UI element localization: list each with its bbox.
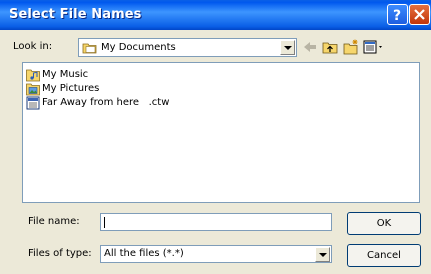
file-list[interactable]: My Music My Pictures Far Away from here …	[22, 62, 420, 203]
folder-music-icon	[26, 69, 40, 82]
file-type-label: Files of type:	[28, 248, 92, 259]
look-in-value: My Documents	[101, 42, 176, 53]
file-type-value: All the files (*.*)	[104, 248, 184, 259]
svg-text:?: ?	[393, 8, 401, 24]
file-type-dropdown[interactable]: All the files (*.*)	[100, 245, 332, 263]
text-caret	[104, 217, 105, 228]
title-bar[interactable]: Select File Names ?	[0, 0, 431, 30]
look-in-dropdown[interactable]: My Documents	[78, 38, 297, 57]
close-icon	[414, 9, 425, 20]
folder-icon	[82, 43, 97, 54]
file-name-label: File name:	[28, 216, 80, 227]
folder-pictures-icon	[26, 83, 40, 96]
file-name: My Pictures	[42, 83, 100, 94]
look-in-dropdown-button[interactable]	[280, 40, 295, 55]
up-folder-icon[interactable]	[322, 39, 338, 55]
back-arrow-icon[interactable]	[302, 39, 318, 55]
help-button[interactable]: ?	[387, 4, 408, 25]
look-in-label: Look in:	[13, 41, 53, 52]
file-type-dropdown-button[interactable]	[315, 247, 330, 262]
cancel-button[interactable]: Cancel	[347, 244, 421, 267]
help-icon: ?	[393, 8, 401, 24]
file-name: My Music	[42, 69, 89, 80]
close-button[interactable]	[409, 4, 430, 25]
ok-button[interactable]: OK	[347, 212, 421, 235]
window-title: Select File Names	[9, 7, 142, 22]
file-name-input[interactable]	[100, 213, 332, 231]
view-menu-icon[interactable]	[363, 39, 385, 55]
new-folder-icon[interactable]	[343, 39, 359, 55]
ctw-file-icon	[26, 96, 40, 110]
file-name: Far Away from here .ctw	[42, 97, 170, 108]
